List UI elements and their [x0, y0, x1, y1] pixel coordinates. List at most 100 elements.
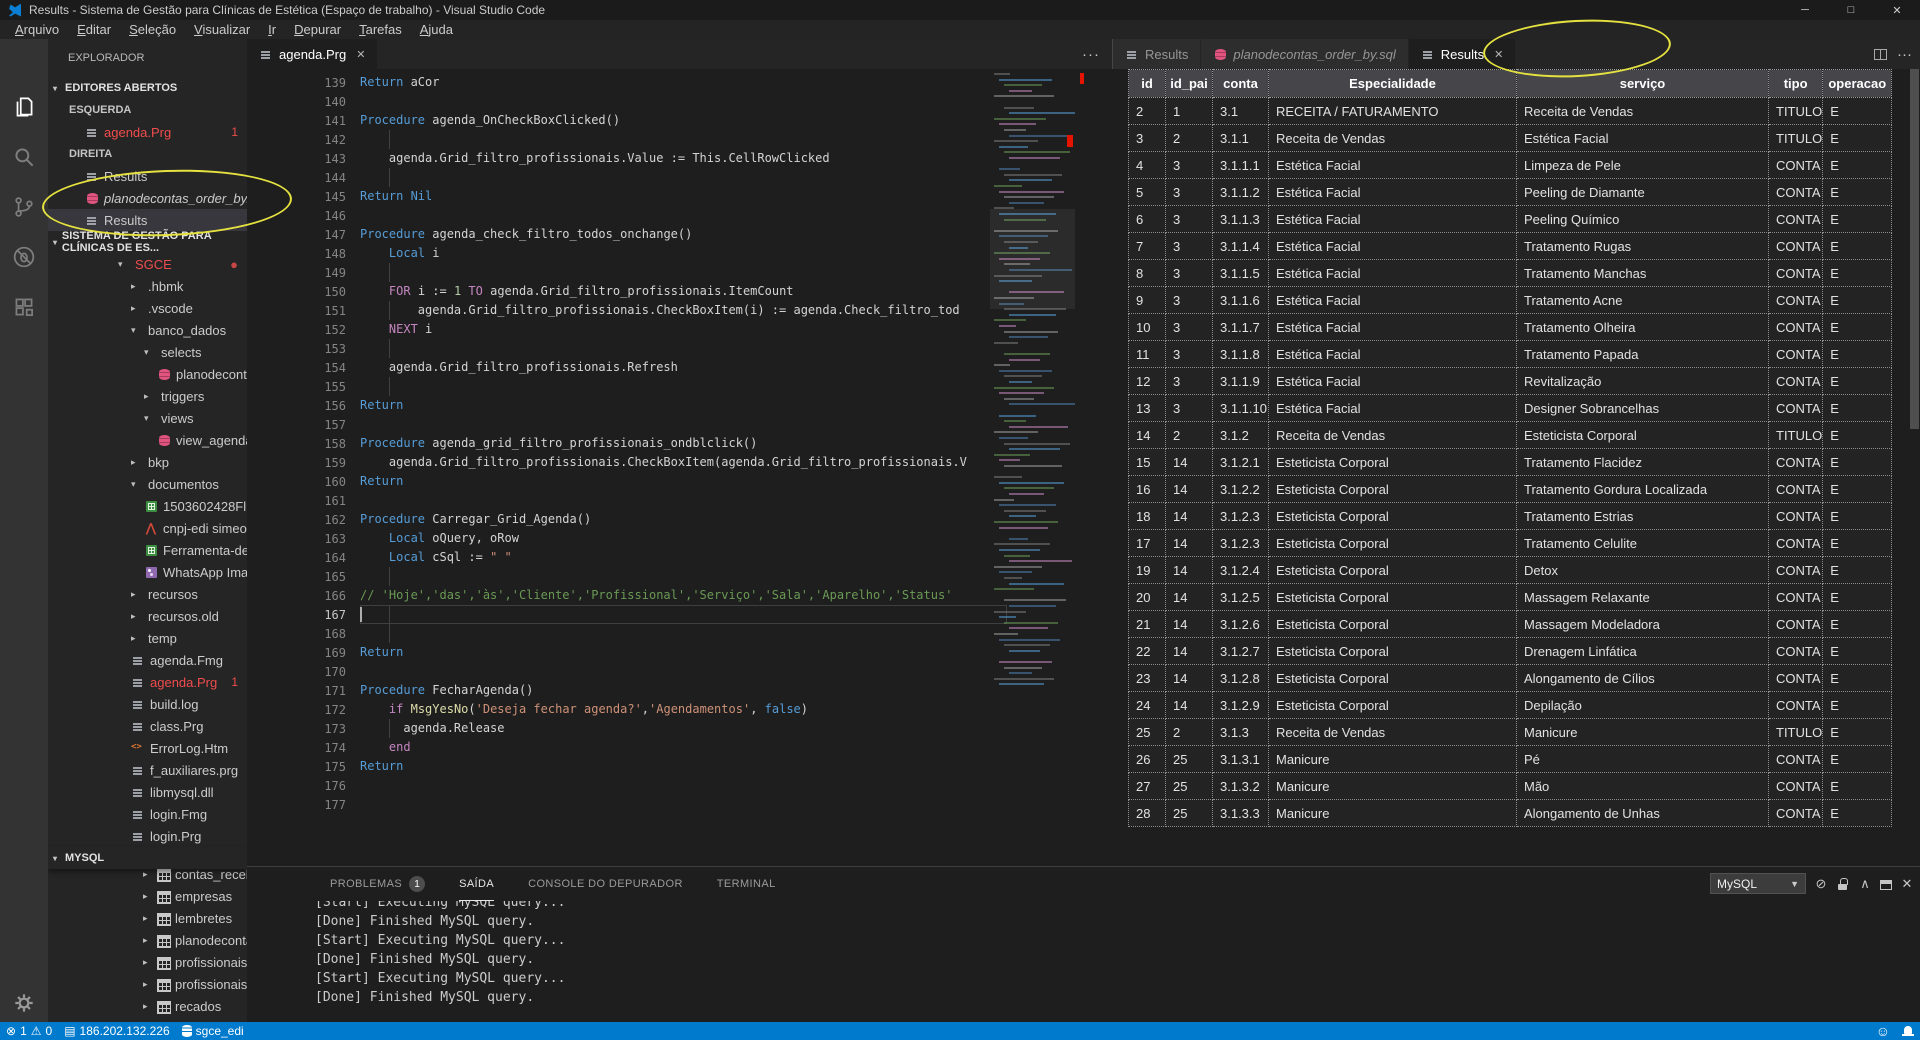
- panel-tab-problemas[interactable]: PROBLEMAS1: [330, 867, 425, 901]
- table-row[interactable]: 1423.1.2Receita de VendasEsteticista Cor…: [1129, 422, 1892, 449]
- mysql-table-recados[interactable]: ▸recados: [48, 995, 247, 1017]
- tree-item-ferramenta-de-contas-a-pagar[interactable]: Ferramenta-de-Contas-a-Pagar-...: [48, 539, 247, 561]
- open-editor-planodecontas-order-by-sql[interactable]: planodecontas_order_by.sqlbanco...: [48, 187, 247, 209]
- table-row[interactable]: 18143.1.2.3Esteticista CorporalTratament…: [1129, 503, 1892, 530]
- table-row[interactable]: 21143.1.2.6Esteticista CorporalMassagem …: [1129, 611, 1892, 638]
- mysql-table-empresas[interactable]: ▸empresas: [48, 885, 247, 907]
- tree-item-recursos-old[interactable]: ▸recursos.old: [48, 605, 247, 627]
- close-panel-icon[interactable]: ✕: [1899, 876, 1915, 892]
- tree-item-class-prg[interactable]: class.Prg: [48, 715, 247, 737]
- output-log[interactable]: [Start] Executing MySQL query...[Done] F…: [247, 901, 1920, 1022]
- tree-item-cnpj-edi-simeoni-pdf[interactable]: cnpj-edi simeoni.pdf: [48, 517, 247, 539]
- table-row[interactable]: 733.1.1.4Estética FacialTratamento Rugas…: [1129, 233, 1892, 260]
- tree-item-agenda-prg[interactable]: agenda.Prg1: [48, 671, 247, 693]
- close-icon[interactable]: ✕: [356, 48, 365, 61]
- tree-item-build-log[interactable]: build.log: [48, 693, 247, 715]
- source-control-icon[interactable]: [11, 194, 37, 220]
- workspace-header[interactable]: ▾ SISTEMA DE GESTÃO PARA CLÍNICAS DE ES.…: [48, 231, 247, 253]
- menu-item-ir[interactable]: Ir: [259, 22, 285, 37]
- table-row[interactable]: 24143.1.2.9Esteticista CorporalDepilação…: [1129, 692, 1892, 719]
- tree-item-views[interactable]: ▾views: [48, 407, 247, 429]
- settings-gear-icon[interactable]: [11, 990, 37, 1016]
- mysql-server-status[interactable]: ▤ 186.202.132.226: [58, 1022, 175, 1040]
- panel-tab-terminal[interactable]: TERMINAL: [717, 867, 776, 901]
- table-row[interactable]: 15143.1.2.1Esteticista CorporalTratament…: [1129, 449, 1892, 476]
- menu-item-visualizar[interactable]: Visualizar: [185, 22, 259, 37]
- maximize-panel-icon[interactable]: ∧: [1857, 876, 1873, 892]
- tab-right-planodecontas-order-by-sql[interactable]: planodecontas_order_by.sql: [1201, 39, 1407, 69]
- close-icon[interactable]: ✕: [1494, 48, 1503, 61]
- database-status[interactable]: sgce_edi: [176, 1022, 250, 1040]
- tree-item-errorlog-htm[interactable]: ErrorLog.Htm: [48, 737, 247, 759]
- table-row[interactable]: 28253.1.3.3ManicureAlongamento de UnhasC…: [1129, 800, 1892, 827]
- extensions-icon[interactable]: [11, 294, 37, 320]
- tree-item-1503602428fluxo-de-caixa-ve[interactable]: 1503602428Fluxo_de_Caixa_-_ve...: [48, 495, 247, 517]
- tree-item-sgce[interactable]: ▾SGCE●: [48, 253, 247, 275]
- minimap[interactable]: [990, 69, 1075, 709]
- tree-item-selects[interactable]: ▾selects: [48, 341, 247, 363]
- mysql-table-lembretes[interactable]: ▸lembretes: [48, 907, 247, 929]
- menu-item-tarefas[interactable]: Tarefas: [350, 22, 411, 37]
- tab-left-agenda-prg[interactable]: agenda.Prg✕: [247, 39, 377, 69]
- table-row[interactable]: 433.1.1.1Estética FacialLimpeza de PeleC…: [1129, 152, 1892, 179]
- minimize-button[interactable]: ─: [1782, 0, 1828, 20]
- mysql-section-header[interactable]: ▾ MYSQL: [48, 847, 247, 869]
- menu-item-ajuda[interactable]: Ajuda: [411, 22, 462, 37]
- table-row[interactable]: 26253.1.3.1ManicurePéCONTAE: [1129, 746, 1892, 773]
- table-row[interactable]: 1233.1.1.9Estética FacialRevitalizaçãoCO…: [1129, 368, 1892, 395]
- table-row[interactable]: 16143.1.2.2Esteticista CorporalTratament…: [1129, 476, 1892, 503]
- open-editors-header[interactable]: ▾ EDITORES ABERTOS: [48, 77, 247, 99]
- table-row[interactable]: 17143.1.2.3Esteticista CorporalTratament…: [1129, 530, 1892, 557]
- tree-item-bkp[interactable]: ▸bkp: [48, 451, 247, 473]
- tree-item-libmysql-dll[interactable]: libmysql.dll: [48, 781, 247, 803]
- mysql-table-planodecontas[interactable]: ▸planodecontas: [48, 929, 247, 951]
- tree-item-f-auxiliares-prg[interactable]: f_auxiliares.prg: [48, 759, 247, 781]
- table-row[interactable]: 1333.1.1.10Estética FacialDesigner Sobra…: [1129, 395, 1892, 422]
- menu-item-editar[interactable]: Editar: [68, 22, 120, 37]
- tree-item-login-fmg[interactable]: login.Fmg: [48, 803, 247, 825]
- mysql-table-profissionais-especialidades[interactable]: ▸profissionais_especialidades: [48, 973, 247, 995]
- tab-right-results[interactable]: Results✕: [1409, 39, 1516, 69]
- close-button[interactable]: ✕: [1874, 0, 1920, 20]
- table-row[interactable]: 633.1.1.3Estética FacialPeeling QuímicoC…: [1129, 206, 1892, 233]
- scroll-lock-icon[interactable]: [1836, 876, 1850, 892]
- table-row[interactable]: 2523.1.3Receita de VendasManicureTITULOE: [1129, 719, 1892, 746]
- tree-item-triggers[interactable]: ▸triggers: [48, 385, 247, 407]
- panel-tab-sa-da[interactable]: SAÍDA: [459, 867, 494, 901]
- tree-item-planodecontas-order-by-sql[interactable]: planodecontas_order_by.sql: [48, 363, 247, 385]
- table-row[interactable]: 1033.1.1.7Estética FacialTratamento Olhe…: [1129, 314, 1892, 341]
- open-editor-results[interactable]: Results: [48, 209, 247, 231]
- tab-right-results[interactable]: Results: [1113, 39, 1200, 69]
- output-channel-select[interactable]: MySQL ▼: [1710, 873, 1806, 894]
- table-row[interactable]: 20143.1.2.5Esteticista CorporalMassagem …: [1129, 584, 1892, 611]
- menu-item-depurar[interactable]: Depurar: [285, 22, 350, 37]
- search-icon[interactable]: [11, 144, 37, 170]
- table-row[interactable]: 1133.1.1.8Estética FacialTratamento Papa…: [1129, 341, 1892, 368]
- tree-item-login-prg[interactable]: login.Prg: [48, 825, 247, 847]
- split-editor-icon[interactable]: [1874, 49, 1887, 60]
- tree-item-recursos[interactable]: ▸recursos: [48, 583, 247, 605]
- clear-output-icon[interactable]: ⊘: [1813, 876, 1829, 892]
- panel-layout-icon[interactable]: [1880, 880, 1892, 890]
- tree-item-hbmk[interactable]: ▸.hbmk: [48, 275, 247, 297]
- results-scrollbar[interactable]: [1910, 69, 1919, 429]
- overview-ruler[interactable]: [1075, 69, 1089, 866]
- tree-item-banco-dados[interactable]: ▾banco_dados: [48, 319, 247, 341]
- table-row[interactable]: 22143.1.2.7Esteticista CorporalDrenagem …: [1129, 638, 1892, 665]
- notifications-bell-icon[interactable]: [1896, 1022, 1920, 1040]
- table-row[interactable]: 19143.1.2.4Esteticista CorporalDetoxCONT…: [1129, 557, 1892, 584]
- table-row[interactable]: 323.1.1Receita de VendasEstética FacialT…: [1129, 125, 1892, 152]
- open-editor-agenda-prg[interactable]: agenda.Prg1: [48, 121, 247, 143]
- mysql-table-profissionais[interactable]: ▸profissionais: [48, 951, 247, 973]
- table-row[interactable]: 27253.1.3.2ManicureMãoCONTAE: [1129, 773, 1892, 800]
- menu-item-sele-o[interactable]: Seleção: [120, 22, 185, 37]
- explorer-icon[interactable]: [11, 94, 37, 120]
- code-editor[interactable]: 139Return aCor140141Procedure agenda_OnC…: [247, 69, 1112, 866]
- open-editor-results[interactable]: Results: [48, 165, 247, 187]
- tree-item-documentos[interactable]: ▾documentos: [48, 473, 247, 495]
- more-actions-icon[interactable]: ···: [1897, 46, 1912, 63]
- table-row[interactable]: 933.1.1.6Estética FacialTratamento AcneC…: [1129, 287, 1892, 314]
- more-actions-icon[interactable]: ···: [1082, 39, 1100, 69]
- table-row[interactable]: 533.1.1.2Estética FacialPeeling de Diama…: [1129, 179, 1892, 206]
- menu-item-arquivo[interactable]: Arquivo: [6, 22, 68, 37]
